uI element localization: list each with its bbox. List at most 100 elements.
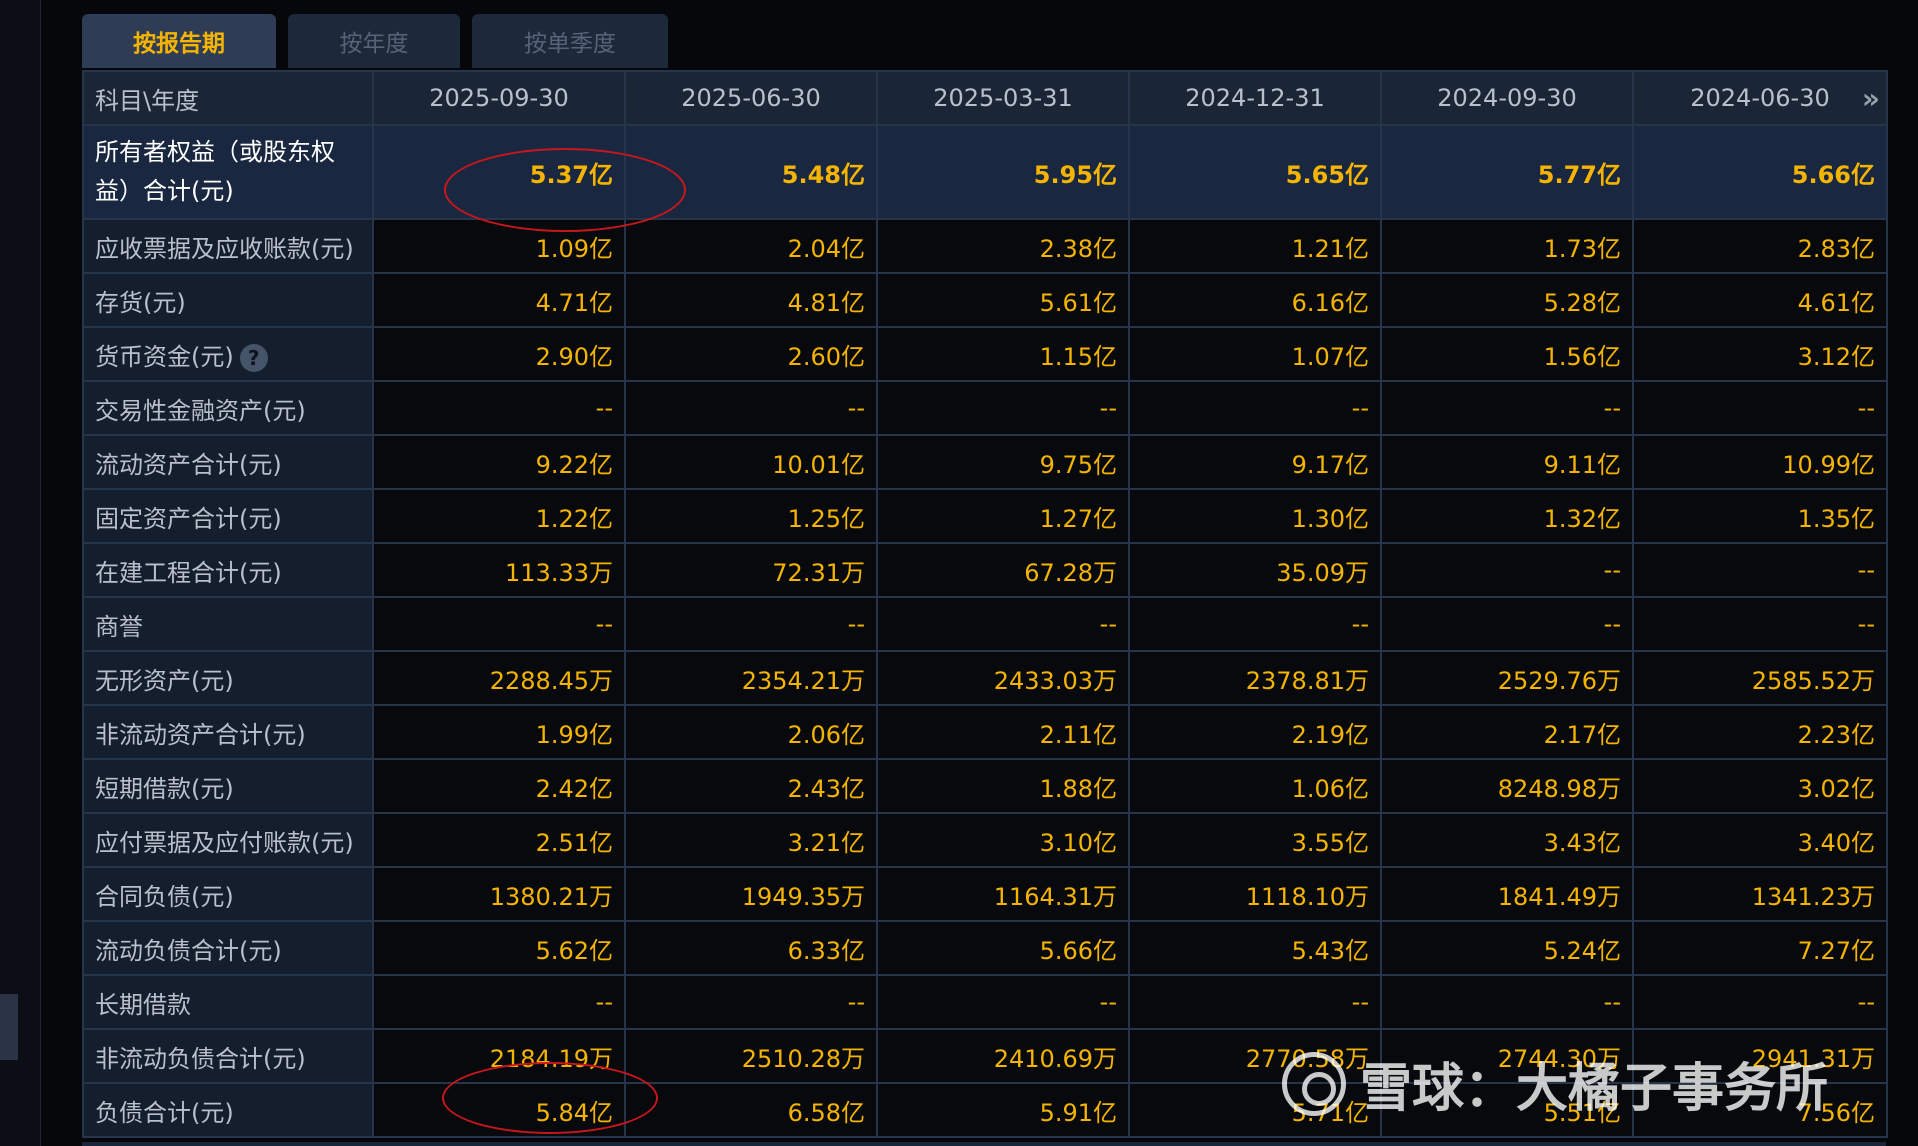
- value-cell: --: [876, 380, 1130, 436]
- value-cell: --: [1128, 380, 1382, 436]
- row-label: 合同负债(元): [95, 882, 234, 911]
- value-cell: 1.27亿: [876, 488, 1130, 544]
- value-cell: 2941.31万: [1632, 1028, 1888, 1084]
- table-row: 存货(元) 4.71亿 4.81亿 5.61亿 6.16亿 5.28亿 4.61亿: [82, 272, 1888, 328]
- value-cell: 1.88亿: [876, 758, 1130, 814]
- value-cell: 5.61亿: [876, 272, 1130, 328]
- table-row: 负债合计(元) 5.84亿 6.58亿 5.91亿 5.71亿 5.51亿 7.56亿: [82, 1082, 1888, 1138]
- value-cell: --: [876, 596, 1130, 652]
- row-label: 无形资产(元): [95, 666, 234, 695]
- value-cell: 9.17亿: [1128, 434, 1382, 490]
- table-row: 在建工程合计(元) 113.33万 72.31万 67.28万 35.09万 -- --: [82, 542, 1888, 598]
- value-cell: 4.81亿: [624, 272, 878, 328]
- value-cell: --: [1128, 596, 1382, 652]
- value-cell: 2770.58万: [1128, 1028, 1382, 1084]
- header-period: 2025-09-30: [372, 70, 626, 126]
- row-label: 所有者权益（或股东权益）合计(元): [95, 138, 335, 205]
- value-cell: 4.61亿: [1632, 272, 1888, 328]
- row-label-cell: 短期借款(元): [82, 758, 374, 814]
- value-cell: 2529.76万: [1380, 650, 1634, 706]
- row-label: 交易性金融资产(元): [95, 396, 306, 425]
- value-cell: 10.99亿: [1632, 434, 1888, 490]
- value-cell: 5.62亿: [372, 920, 626, 976]
- value-cell: 1.06亿: [1128, 758, 1382, 814]
- value-cell: 8248.98万: [1380, 758, 1634, 814]
- financial-panel: 按报告期 按年度 按单季度 科目\年度 2025-09-30 2025-06-3…: [82, 14, 1888, 1146]
- value-cell: 3.43亿: [1380, 812, 1634, 868]
- value-cell: 2.06亿: [624, 704, 878, 760]
- header-period: 2025-03-31: [876, 70, 1130, 126]
- table-row: 非流动负债合计(元) 2184.19万 2510.28万 2410.69万 2770.5…: [82, 1028, 1888, 1084]
- value-cell: 2.04亿: [624, 218, 878, 274]
- value-cell: --: [624, 380, 878, 436]
- table-row: 无形资产(元) 2288.45万 2354.21万 2433.03万 2378.81万 2…: [82, 650, 1888, 706]
- value-cell: --: [624, 596, 878, 652]
- value-cell: --: [372, 974, 626, 1030]
- value-cell: 1.32亿: [1380, 488, 1634, 544]
- value-cell: --: [1632, 974, 1888, 1030]
- value-cell: 1.07亿: [1128, 326, 1382, 382]
- value-cell: 9.75亿: [876, 434, 1130, 490]
- value-cell: 2.23亿: [1632, 704, 1888, 760]
- value-cell: 1.25亿: [624, 488, 878, 544]
- tab-by-report-period[interactable]: 按报告期: [82, 14, 276, 68]
- table-row: 非流动资产合计(元) 1.99亿 2.06亿 2.11亿 2.19亿 2.17亿 2.23亿: [82, 704, 1888, 760]
- value-cell: 6.16亿: [1128, 272, 1382, 328]
- table-body: 所有者权益（或股东权益）合计(元) 5.37亿 5.48亿 5.95亿 5.65亿 5.7…: [82, 124, 1888, 1138]
- value-cell: 2.51亿: [372, 812, 626, 868]
- value-cell: 3.40亿: [1632, 812, 1888, 868]
- value-cell: 2184.19万: [372, 1028, 626, 1084]
- value-cell: 2585.52万: [1632, 650, 1888, 706]
- value-cell: 9.11亿: [1380, 434, 1634, 490]
- value-cell: 5.91亿: [876, 1082, 1130, 1138]
- tab-by-year[interactable]: 按年度: [288, 14, 460, 68]
- row-label: 应付票据及应付账款(元): [95, 828, 354, 857]
- row-label: 非流动负债合计(元): [95, 1044, 306, 1073]
- table-row: 长期借款 -- -- -- -- -- --: [82, 974, 1888, 1030]
- question-circle-icon[interactable]: ?: [239, 343, 268, 372]
- header-label: 科目\年度: [82, 70, 374, 126]
- balance-sheet-table: 科目\年度 2025-09-30 2025-06-30 2025-03-31 2…: [82, 70, 1888, 1138]
- value-cell: --: [1380, 596, 1634, 652]
- value-cell: 1118.10万: [1128, 866, 1382, 922]
- row-label: 长期借款: [95, 990, 191, 1019]
- value-cell: --: [1632, 542, 1888, 598]
- value-cell: 5.37亿: [372, 124, 626, 220]
- header-period: 2024-09-30: [1380, 70, 1634, 126]
- table-row: 流动负债合计(元) 5.62亿 6.33亿 5.66亿 5.43亿 5.24亿 7.27亿: [82, 920, 1888, 976]
- table-row: 货币资金(元)? 2.90亿 2.60亿 1.15亿 1.07亿 1.56亿 3.12亿: [82, 326, 1888, 382]
- table-row: 所有者权益（或股东权益）合计(元) 5.37亿 5.48亿 5.95亿 5.65亿 5.7…: [82, 124, 1888, 220]
- row-label-cell: 负债合计(元): [82, 1082, 374, 1138]
- value-cell: 1.15亿: [876, 326, 1130, 382]
- value-cell: 5.66亿: [1632, 124, 1888, 220]
- value-cell: --: [876, 974, 1130, 1030]
- header-period: 2024-12-31: [1128, 70, 1382, 126]
- row-label-cell: 应付票据及应付账款(元): [82, 812, 374, 868]
- value-cell: 2.11亿: [876, 704, 1130, 760]
- table-row: 合同负债(元) 1380.21万 1949.35万 1164.31万 1118.10万 1…: [82, 866, 1888, 922]
- value-cell: 2433.03万: [876, 650, 1130, 706]
- row-label-cell: 货币资金(元)?: [82, 326, 374, 382]
- value-cell: 1841.49万: [1380, 866, 1634, 922]
- value-cell: 2.90亿: [372, 326, 626, 382]
- value-cell: 1.73亿: [1380, 218, 1634, 274]
- header-period: 2024-06-30: [1690, 84, 1830, 112]
- value-cell: 9.22亿: [372, 434, 626, 490]
- row-label-cell: 非流动资产合计(元): [82, 704, 374, 760]
- table-row: 应收票据及应收账款(元) 1.09亿 2.04亿 2.38亿 1.21亿 1.73亿 2.8…: [82, 218, 1888, 274]
- value-cell: 2378.81万: [1128, 650, 1382, 706]
- value-cell: 6.58亿: [624, 1082, 878, 1138]
- value-cell: 5.28亿: [1380, 272, 1634, 328]
- table-header-row: 科目\年度 2025-09-30 2025-06-30 2025-03-31 2…: [82, 70, 1888, 126]
- row-label-cell: 固定资产合计(元): [82, 488, 374, 544]
- tab-by-quarter[interactable]: 按单季度: [472, 14, 668, 68]
- value-cell: 1164.31万: [876, 866, 1130, 922]
- row-label-cell: 无形资产(元): [82, 650, 374, 706]
- row-label: 货币资金(元): [95, 342, 234, 371]
- double-chevron-right-icon[interactable]: »: [1862, 82, 1880, 115]
- value-cell: --: [1632, 596, 1888, 652]
- value-cell: 1341.23万: [1632, 866, 1888, 922]
- left-sidebar-tab[interactable]: [0, 994, 18, 1060]
- row-label-cell: 流动资产合计(元): [82, 434, 374, 490]
- table-row: 应付票据及应付账款(元) 2.51亿 3.21亿 3.10亿 3.55亿 3.43亿 3.4…: [82, 812, 1888, 868]
